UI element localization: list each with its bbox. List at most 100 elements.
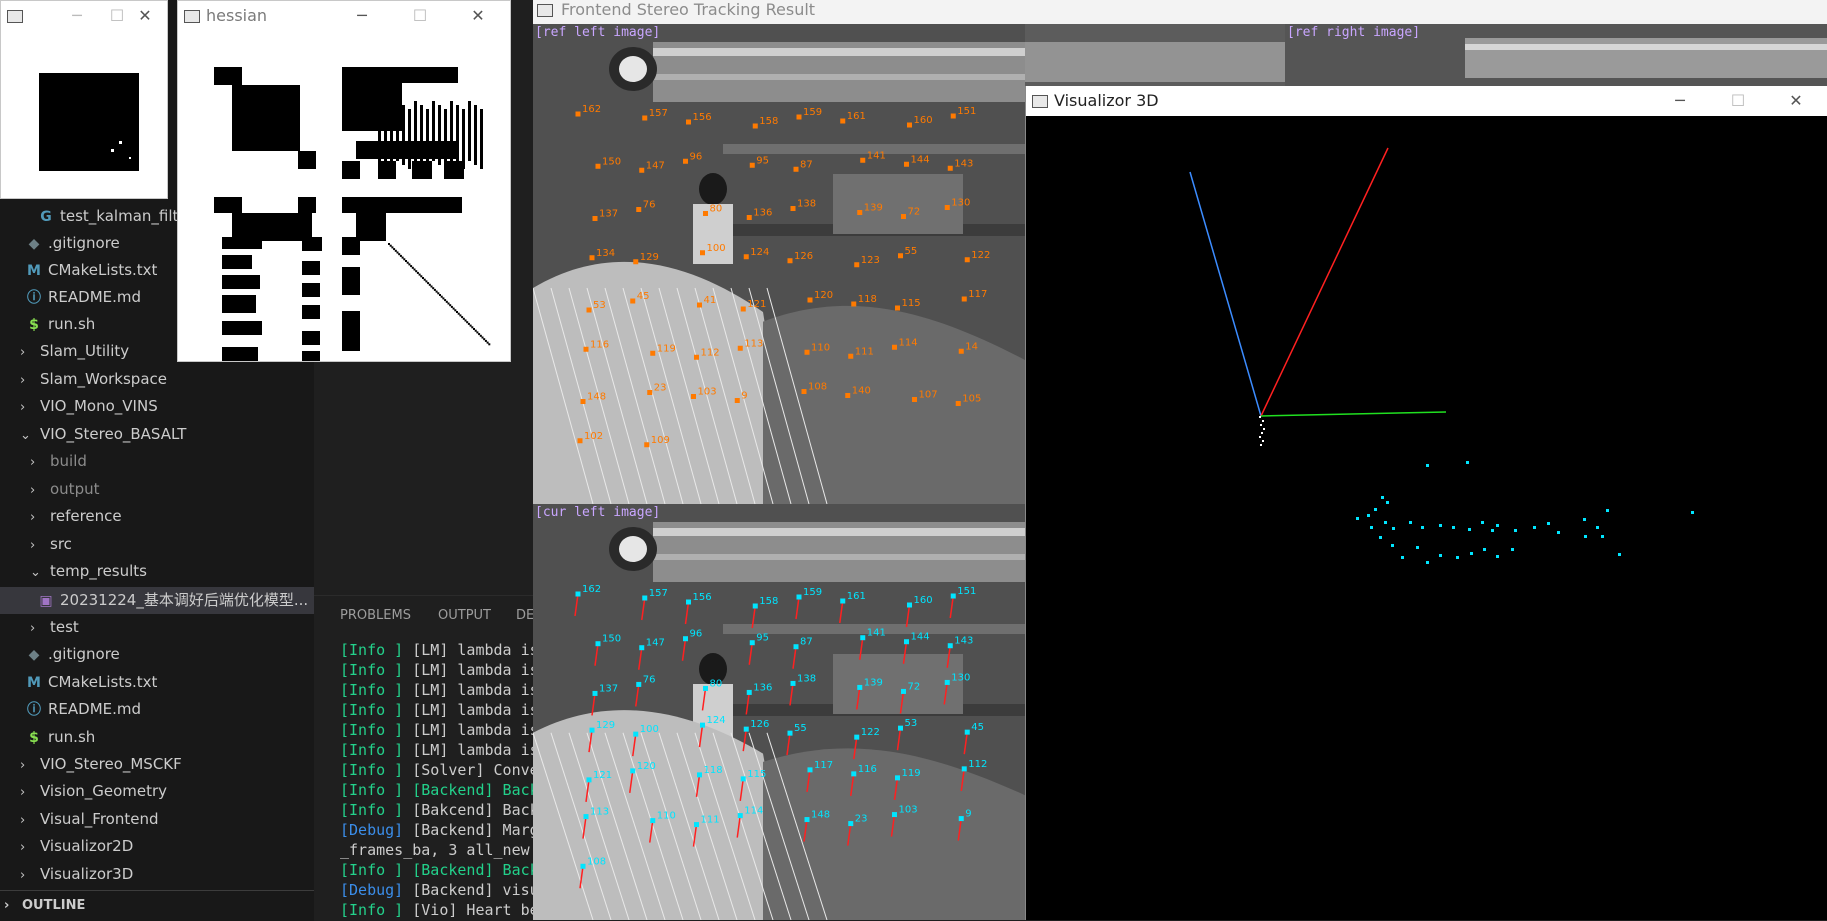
feature-point bbox=[642, 115, 648, 121]
landmark-point bbox=[1401, 556, 1404, 559]
tree-item[interactable]: $ run.sh bbox=[24, 724, 314, 751]
log-message: [LM] lambda is bbox=[403, 641, 539, 659]
tab-problems[interactable]: PROBLEMS bbox=[340, 608, 411, 623]
close-icon[interactable]: ✕ bbox=[125, 1, 165, 31]
feature-id-label: 115 bbox=[902, 298, 921, 309]
tree-item[interactable]: › VIO_Mono_VINS bbox=[20, 393, 314, 420]
trajectory-point bbox=[1260, 424, 1262, 426]
chevron-right-icon: › bbox=[30, 483, 36, 498]
feature-point bbox=[575, 111, 581, 117]
terminal-output[interactable]: [Info ] [LM] lambda is [Info ] [LM] lambd… bbox=[340, 640, 539, 920]
chevron-right-icon: › bbox=[20, 758, 26, 773]
tree-item[interactable]: › Visualizor3D bbox=[20, 861, 314, 888]
tree-item[interactable]: › Visual_Frontend bbox=[20, 806, 314, 833]
tab-debug-console[interactable]: DE bbox=[516, 608, 534, 623]
trajectory-point bbox=[1261, 432, 1263, 434]
feature-point bbox=[746, 689, 752, 695]
close-icon[interactable]: ✕ bbox=[1776, 86, 1816, 116]
minimize-icon[interactable]: ─ bbox=[1660, 86, 1700, 116]
feature-id-label: 123 bbox=[861, 255, 880, 266]
tree-item[interactable]: › src bbox=[30, 531, 314, 558]
tree-item[interactable]: › output bbox=[30, 476, 314, 503]
pipe-end bbox=[619, 56, 647, 82]
tree-item[interactable]: › reference bbox=[30, 503, 314, 530]
tree-item[interactable]: › VIO_Stereo_MSCKF bbox=[20, 751, 314, 778]
feature-point bbox=[944, 679, 950, 685]
log-tag: [Backend] bbox=[403, 861, 494, 879]
minimize-icon[interactable]: ─ bbox=[342, 1, 382, 31]
minimize-icon[interactable]: ─ bbox=[57, 1, 97, 31]
feature-id-label: 148 bbox=[587, 392, 606, 403]
tree-item[interactable]: › build bbox=[30, 448, 314, 475]
tree-item[interactable]: ⓘ README.md bbox=[24, 696, 314, 723]
chevron-down-icon: ⌄ bbox=[20, 428, 31, 443]
feature-point bbox=[694, 822, 699, 828]
feature-id-label: 76 bbox=[643, 200, 656, 211]
feature-id-label: 158 bbox=[759, 116, 778, 127]
cur-left-image: 162 157 156 158 159 161 160 151 150 147 96 95 87 141 1… bbox=[533, 504, 1025, 920]
feature-id-label: 102 bbox=[584, 431, 603, 442]
feature-point bbox=[592, 216, 598, 221]
tree-item-label: README.md bbox=[48, 288, 142, 306]
feature-id-label: 137 bbox=[599, 209, 618, 220]
tree-item[interactable]: › Visualizor2D bbox=[20, 833, 314, 860]
maximize-icon[interactable]: ☐ bbox=[1718, 86, 1758, 116]
maximize-icon[interactable]: ☐ bbox=[400, 1, 440, 31]
tree-item[interactable]: › Vision_Geometry bbox=[20, 778, 314, 805]
log-message: Back bbox=[493, 861, 539, 879]
feature-id-label: 151 bbox=[957, 586, 976, 597]
tree-item[interactable]: ⌄ VIO_Stereo_BASALT bbox=[20, 421, 314, 448]
tree-item[interactable]: › Slam_Workspace bbox=[20, 366, 314, 393]
log-message: [Backend] visu bbox=[403, 881, 539, 899]
tree-item-label: Vision_Geometry bbox=[40, 782, 168, 800]
feature-point bbox=[895, 775, 900, 781]
tree-item[interactable]: ▣ 20231224_基本调好后端优化模型... bbox=[36, 587, 314, 614]
window-titlebar: ─ ☐ ✕ bbox=[1, 1, 167, 31]
feature-point bbox=[961, 296, 967, 302]
pipe-highlight bbox=[653, 554, 1025, 560]
tree-item[interactable]: M CMakeLists.txt bbox=[24, 669, 314, 696]
feature-id-label: 158 bbox=[759, 596, 778, 607]
feature-point bbox=[583, 346, 589, 352]
log-level: [Info ] bbox=[340, 701, 404, 719]
tree-item[interactable]: › test bbox=[30, 614, 314, 641]
feature-id-label: 108 bbox=[587, 856, 606, 867]
hessian-block bbox=[222, 295, 256, 313]
feature-id-label: 23 bbox=[654, 383, 667, 394]
trajectory-point bbox=[1262, 420, 1264, 422]
feature-id-label: 87 bbox=[800, 159, 813, 170]
chevron-right-icon: › bbox=[20, 840, 26, 855]
feature-point bbox=[807, 767, 813, 773]
3d-viewport[interactable] bbox=[1026, 116, 1827, 920]
feature-point bbox=[650, 350, 656, 356]
outline-section[interactable]: › OUTLINE bbox=[0, 890, 314, 921]
tree-item-label: VIO_Mono_VINS bbox=[40, 397, 158, 415]
hessian-stripe bbox=[408, 109, 411, 169]
tree-item-label: run.sh bbox=[48, 315, 96, 333]
feature-id-label: 156 bbox=[693, 112, 712, 123]
feature-point bbox=[575, 591, 581, 597]
feature-id-label: 124 bbox=[750, 247, 769, 258]
log-tag: [Backend] bbox=[403, 781, 494, 799]
feature-point bbox=[746, 215, 752, 220]
close-icon[interactable]: ✕ bbox=[458, 1, 498, 31]
shell-icon: $ bbox=[29, 730, 39, 746]
feature-id-label: 122 bbox=[861, 727, 880, 738]
log-message: [LM] lambda is bbox=[403, 681, 539, 699]
landmark-point bbox=[1384, 521, 1387, 524]
chevron-right-icon: › bbox=[20, 868, 26, 883]
feature-point bbox=[703, 685, 708, 691]
feature-id-label: 159 bbox=[803, 587, 822, 598]
hessian-block bbox=[342, 161, 360, 179]
small-image-window: ─ ☐ ✕ bbox=[0, 0, 168, 199]
feature-point bbox=[901, 688, 906, 694]
tab-output[interactable]: OUTPUT bbox=[438, 608, 491, 623]
landmark-point bbox=[1409, 521, 1412, 524]
feature-point bbox=[857, 210, 863, 215]
tree-item[interactable]: ⌄ temp_results bbox=[30, 558, 314, 585]
tree-item[interactable]: ◆ .gitignore bbox=[24, 641, 314, 668]
feature-point bbox=[703, 211, 708, 216]
feature-id-label: 148 bbox=[811, 810, 830, 821]
pipe-highlight bbox=[1465, 44, 1827, 50]
feature-id-label: 45 bbox=[971, 722, 984, 733]
